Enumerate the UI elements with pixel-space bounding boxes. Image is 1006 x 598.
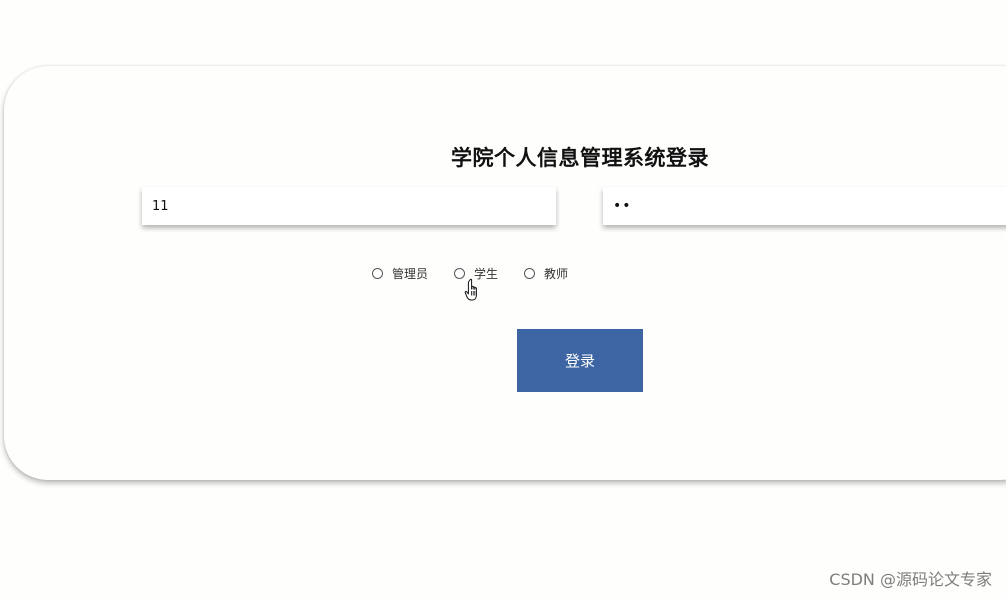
password-input[interactable]: [603, 187, 1006, 225]
role-label-admin: 管理员: [392, 266, 429, 281]
login-page: 学院个人信息管理系统登录 管理员 学生 教师 登录 CSDN @源码论文专家: [0, 0, 1006, 598]
hand-pointer-icon: [464, 278, 477, 301]
radio-button-teacher[interactable]: [524, 267, 536, 279]
watermark: CSDN @源码论文专家: [829, 570, 992, 589]
page-title: 学院个人信息管理系统登录: [451, 146, 709, 170]
login-button[interactable]: 登录: [517, 329, 643, 392]
radio-button-admin[interactable]: [372, 267, 383, 279]
radio-button-student[interactable]: [454, 267, 466, 279]
username-input[interactable]: [142, 187, 556, 225]
role-option-teacher[interactable]: 教师: [524, 265, 568, 282]
role-label-teacher: 教师: [544, 266, 569, 281]
role-option-admin[interactable]: 管理员: [372, 265, 428, 282]
